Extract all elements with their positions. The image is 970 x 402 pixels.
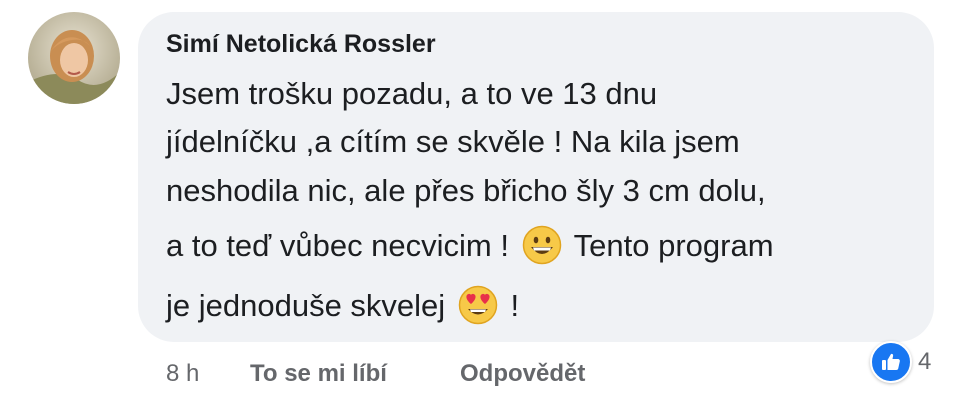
- heart-eyes-emoji: [458, 285, 498, 325]
- reaction-count: 4: [918, 348, 932, 375]
- comment-author[interactable]: Simí Netolická Rossler: [166, 30, 436, 59]
- thumbs-up-icon: [870, 341, 912, 383]
- comment-line-4: a to teď vůbec necvicim ! Tento program: [166, 225, 774, 268]
- comment-line-5: je jednoduše skvelej !: [166, 285, 520, 328]
- comment-timestamp[interactable]: 8 h: [166, 360, 199, 388]
- reaction-summary[interactable]: 4: [870, 340, 931, 384]
- like-button[interactable]: To se mi líbí: [250, 360, 387, 388]
- comment-line-5-text: je jednoduše skvelej: [166, 288, 446, 323]
- comment-line-1: Jsem trošku pozadu, a to ve 13 dnu: [166, 76, 658, 111]
- comment-line-3: neshodila nic, ale přes břicho šly 3 cm …: [166, 173, 766, 208]
- avatar[interactable]: [28, 12, 120, 104]
- comment-line-5-text-2: !: [510, 288, 520, 323]
- reply-button[interactable]: Odpovědět: [460, 360, 585, 388]
- grinning-face-emoji: [522, 225, 562, 265]
- comment-line-4-text: a to teď vůbec necvicim !: [166, 228, 509, 263]
- comment-line-4-text-2: Tento program: [573, 228, 774, 263]
- comment-line-2: jídelníčku ,a cítím se skvěle ! Na kila …: [166, 124, 740, 159]
